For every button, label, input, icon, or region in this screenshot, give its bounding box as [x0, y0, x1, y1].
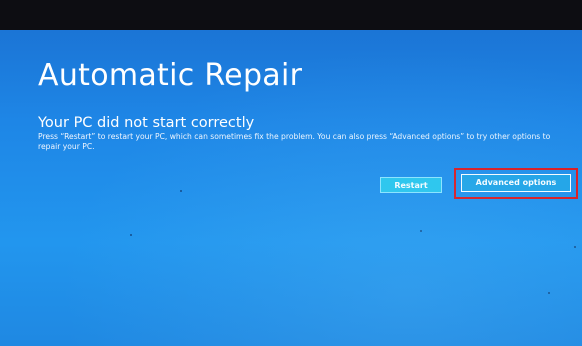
- page-subtitle: Your PC did not start correctly: [38, 115, 255, 131]
- screen-speck: [180, 190, 182, 192]
- repair-message: Press “Restart” to restart your PC, whic…: [38, 132, 551, 151]
- screen-speck: [130, 234, 132, 236]
- monitor-bezel: [0, 0, 582, 30]
- restart-button[interactable]: Restart: [380, 177, 442, 193]
- recovery-screen: Automatic Repair Your PC did not start c…: [0, 21, 582, 346]
- screen-speck: [548, 292, 550, 294]
- page-title: Automatic Repair: [38, 58, 303, 93]
- advanced-options-button[interactable]: Advanced options: [461, 174, 571, 192]
- screen-speck: [420, 230, 422, 232]
- screen-speck: [574, 246, 576, 248]
